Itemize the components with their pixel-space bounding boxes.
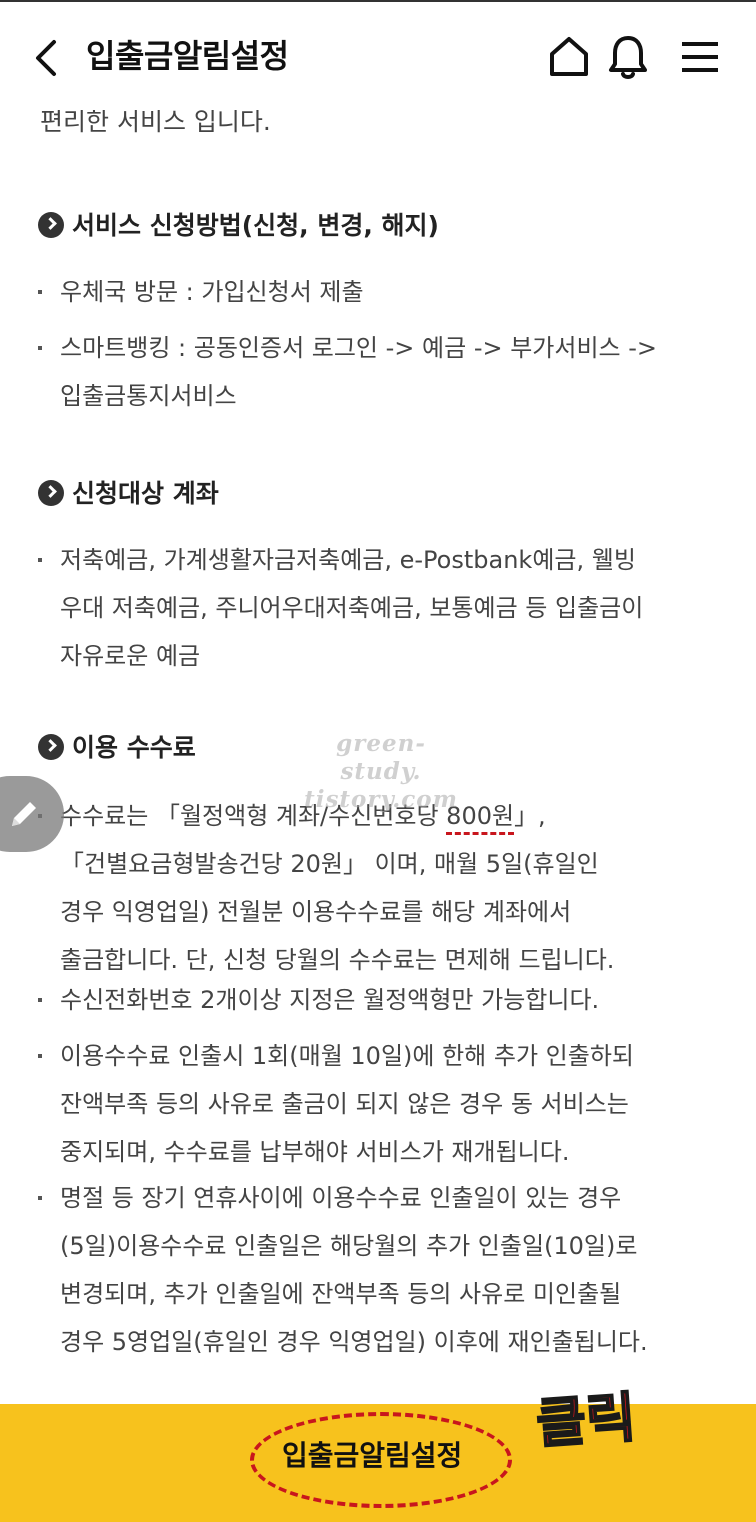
list-item-line: 「건별요금형발송건당 20원」 이며, 매월 5일(휴일인 [60,850,599,878]
chevron-circle-icon [38,480,64,506]
list-item-line: 잔액부족 등의 사유로 출금이 되지 않은 경우 동 서비스는 [60,1090,629,1118]
click-annotation: 클릭 [533,1385,639,1457]
list-item-line: (5일)이용수수료 인출일은 해당월의 추가 인출일(10일)로 [60,1232,638,1260]
watermark-line: tistory.com [304,786,458,813]
watermark-line: green-study. [336,730,426,785]
list-item: 이용수수료 인출시 1회(매월 10일)에 한해 추가 인출하되 잔액부족 등의… [38,1032,718,1176]
watermark: green-study. tistory.com [296,730,466,814]
list-item-line: 경우 익영업일) 전월분 이용수수료를 해당 계좌에서 [60,898,572,926]
back-arrow-icon [36,40,56,76]
list-item: 저축예금, 가계생활자금저축예금, e-Postbank예금, 웰빙 우대 저축… [38,536,718,680]
bullet-dot [38,1196,42,1200]
bullet-dot [38,346,42,350]
bottom-action-bar: 입출금알림설정 클릭 [0,1385,756,1522]
section-title-apply-method: 서비스 신청방법(신청, 변경, 해지) [38,206,439,246]
bullet-dot [38,998,42,1002]
section-title-text: 서비스 신청방법(신청, 변경, 해지) [72,211,439,240]
list-item: 수신전화번호 2개이상 지정은 월정액형만 가능합니다. [38,976,718,1024]
bell-icon [609,36,647,79]
section-title-fee: 이용 수수료 [38,728,196,768]
section-title-text: 신청대상 계좌 [72,479,219,508]
list-item-line: 중지되며, 수수료를 납부해야 서비스가 재개됩니다. [60,1138,570,1166]
list-item-line: 경우 5영업일(휴일인 경우 익영업일) 이후에 재인출됩니다. [60,1328,648,1356]
list-item: 우체국 방문 : 가입신청서 제출 [38,268,718,316]
list-item-line: 변경되며, 추가 인출일에 잔액부족 등의 사유로 미인출될 [60,1280,622,1308]
list-item-line: 우체국 방문 : 가입신청서 제출 [60,278,364,306]
app-header: 입출금알림설정 [0,0,756,110]
list-item-line: 저축예금, 가계생활자금저축예금, e-Postbank예금, 웰빙 [60,546,636,574]
fee-text-suffix: 」, [514,802,546,830]
home-icon [550,37,588,76]
list-item-line: 수신전화번호 2개이상 지정은 월정액형만 가능합니다. [60,986,600,1014]
list-item-line: 입출금통지서비스 [60,382,237,410]
bullet-dot [38,1054,42,1058]
page: 입출금알림설정 편리한 서비스 입니다. 서비스 신청방법(신청, 변경, 해지… [0,0,756,1522]
list-item-line: 우대 저축예금, 주니어우대저축예금, 보통예금 등 입출금이 [60,594,644,622]
list-item-line: 스마트뱅킹 : 공동인증서 로그인 -> 예금 -> 부가서비스 -> [60,334,658,362]
chevron-circle-icon [38,734,64,760]
list-item-line: 자유로운 예금 [60,642,201,670]
section-title-text: 이용 수수료 [72,733,196,762]
list-item: 스마트뱅킹 : 공동인증서 로그인 -> 예금 -> 부가서비스 -> 입출금통… [38,324,718,420]
page-title: 입출금알림설정 [86,37,289,75]
list-item-line: 명절 등 장기 연휴사이에 이용수수료 인출일이 있는 경우 [60,1184,622,1212]
bullet-dot [38,290,42,294]
notification-button[interactable] [604,32,652,82]
section-title-eligible-accounts: 신청대상 계좌 [38,474,219,514]
list-item: 명절 등 장기 연휴사이에 이용수수료 인출일이 있는 경우 (5일)이용수수료… [38,1174,718,1366]
chevron-circle-icon [38,212,64,238]
list-item-line: 이용수수료 인출시 1회(매월 10일)에 한해 추가 인출하되 [60,1042,634,1070]
pencil-icon [12,802,36,826]
menu-icon [682,42,718,72]
bullet-dot [38,558,42,562]
list-item: 수수료는 「월정액형 계좌/수신번호당 800원」, 「건별요금형발송건당 20… [38,792,718,984]
menu-button[interactable] [676,32,724,82]
home-button[interactable] [545,32,593,82]
back-button[interactable] [30,34,66,82]
deposit-withdrawal-alert-button[interactable]: 입출금알림설정 [282,1432,462,1480]
